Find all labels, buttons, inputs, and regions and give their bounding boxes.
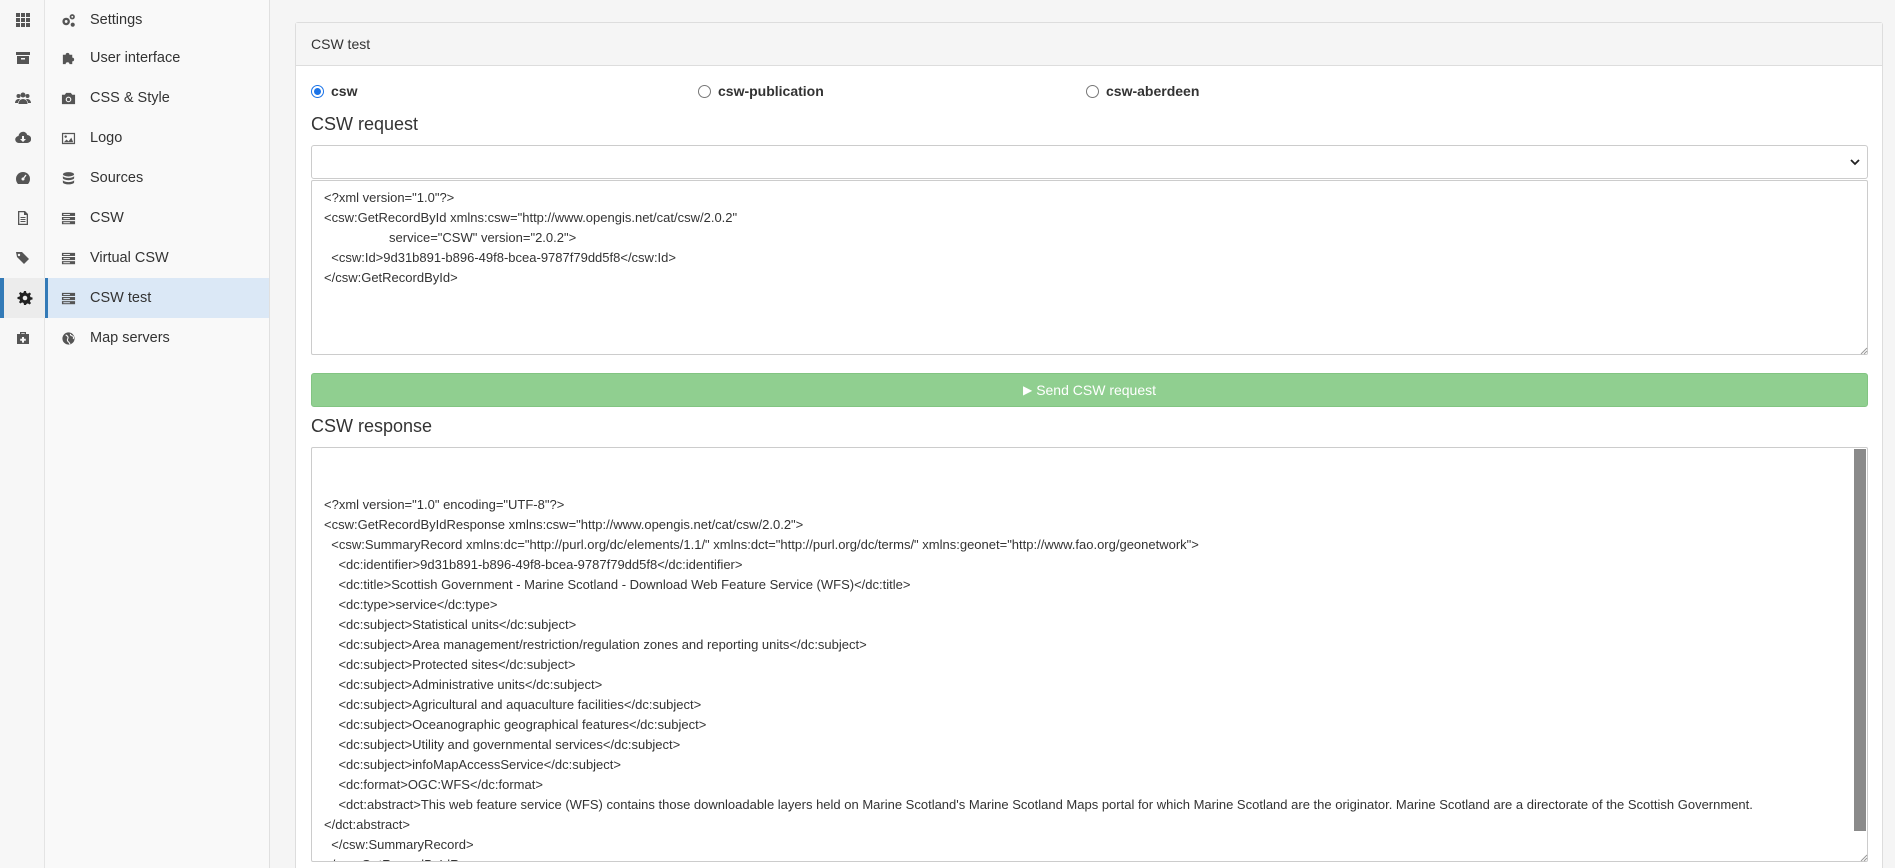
csw-test-panel: CSW test csw csw-publication csw-aberdee… bbox=[295, 22, 1883, 868]
menu-item-label: CSW bbox=[90, 210, 124, 226]
request-template-select[interactable] bbox=[311, 145, 1868, 179]
users-icon bbox=[14, 92, 31, 104]
grid-icon bbox=[15, 13, 30, 27]
cloud-download-icon bbox=[14, 131, 31, 144]
menu-item-label: Map servers bbox=[90, 330, 170, 346]
menu-item-label: CSW test bbox=[90, 290, 152, 306]
settings-menu: Settings User interface CSS & Style Logo… bbox=[45, 0, 270, 868]
menu-item-csw-test[interactable]: CSW test bbox=[45, 278, 269, 318]
server-icon bbox=[59, 209, 77, 227]
rail-item-settings[interactable] bbox=[0, 278, 45, 318]
rail-item-apps[interactable] bbox=[0, 0, 45, 40]
menu-item-css-style[interactable]: CSS & Style bbox=[45, 78, 269, 118]
radio-csw-publication[interactable]: csw-publication bbox=[698, 83, 824, 99]
menu-item-map-servers[interactable]: Map servers bbox=[45, 318, 269, 358]
csw-request-heading: CSW request bbox=[311, 114, 419, 134]
resize-handle-icon[interactable] bbox=[1859, 346, 1868, 355]
menu-item-label: User interface bbox=[90, 50, 181, 66]
camera-icon bbox=[59, 89, 77, 107]
send-csw-request-button[interactable]: ▶ Send CSW request bbox=[311, 373, 1868, 407]
file-text-icon bbox=[17, 211, 28, 225]
play-icon: ▶ bbox=[1022, 383, 1033, 397]
menu-item-sources[interactable]: Sources bbox=[45, 158, 269, 198]
rail-item-reports[interactable] bbox=[0, 198, 45, 238]
radio-button[interactable] bbox=[1086, 84, 1099, 98]
tags-icon bbox=[15, 252, 29, 264]
database-icon bbox=[59, 169, 77, 187]
radio-label: csw-publication bbox=[718, 83, 824, 99]
menu-item-label: Virtual CSW bbox=[90, 250, 169, 266]
radio-button[interactable] bbox=[698, 84, 711, 98]
radio-label: csw bbox=[331, 83, 358, 99]
menu-item-logo[interactable]: Logo bbox=[45, 118, 269, 158]
image-icon bbox=[59, 129, 77, 147]
icon-rail bbox=[0, 0, 45, 868]
gear-icon bbox=[17, 291, 32, 305]
menu-item-label: CSS & Style bbox=[90, 90, 170, 106]
radio-button[interactable] bbox=[311, 84, 324, 98]
rail-item-tools[interactable] bbox=[0, 318, 45, 358]
medkit-icon bbox=[16, 332, 29, 344]
menu-item-label: Logo bbox=[90, 130, 123, 146]
response-scrollbar[interactable] bbox=[1854, 449, 1866, 831]
csw-response-textarea[interactable]: <?xml version="1.0" encoding="UTF-8"?> <… bbox=[311, 447, 1868, 862]
csw-response-heading: CSW response bbox=[311, 416, 433, 436]
menu-item-label: Settings bbox=[90, 12, 143, 28]
puzzle-icon bbox=[59, 49, 77, 67]
menu-item-csw[interactable]: CSW bbox=[45, 198, 269, 238]
rail-item-dashboards[interactable] bbox=[0, 158, 45, 198]
rail-item-archive[interactable] bbox=[0, 38, 45, 78]
menu-item-settings[interactable]: Settings bbox=[45, 0, 269, 40]
dashboard-icon bbox=[15, 172, 30, 184]
menu-item-virtual-csw[interactable]: Virtual CSW bbox=[45, 238, 269, 278]
cogs-icon bbox=[59, 11, 77, 29]
resize-handle-icon[interactable] bbox=[1859, 853, 1868, 862]
send-button-label: Send CSW request bbox=[1036, 382, 1157, 398]
menu-item-user-interface[interactable]: User interface bbox=[45, 38, 269, 78]
response-text: <?xml version="1.0" encoding="UTF-8"?> <… bbox=[324, 497, 1753, 861]
panel-title: CSW test bbox=[296, 23, 1882, 66]
rail-item-harvesting[interactable] bbox=[0, 118, 45, 158]
menu-item-label: Sources bbox=[90, 170, 144, 186]
rail-item-users[interactable] bbox=[0, 78, 45, 118]
chevron-down-icon bbox=[1850, 159, 1860, 166]
globe-icon bbox=[59, 329, 77, 347]
radio-csw-aberdeen[interactable]: csw-aberdeen bbox=[1086, 83, 1199, 99]
server-icon bbox=[59, 249, 77, 267]
archive-icon bbox=[15, 52, 30, 64]
csw-request-textarea[interactable]: <?xml version="1.0"?> <csw:GetRecordById… bbox=[311, 180, 1868, 355]
radio-csw[interactable]: csw bbox=[311, 83, 357, 99]
csw-endpoint-radio-group: csw csw-publication csw-aberdeen bbox=[311, 83, 1871, 103]
radio-label: csw-aberdeen bbox=[1106, 83, 1200, 99]
rail-item-classification[interactable] bbox=[0, 238, 45, 278]
server-icon bbox=[59, 289, 77, 307]
